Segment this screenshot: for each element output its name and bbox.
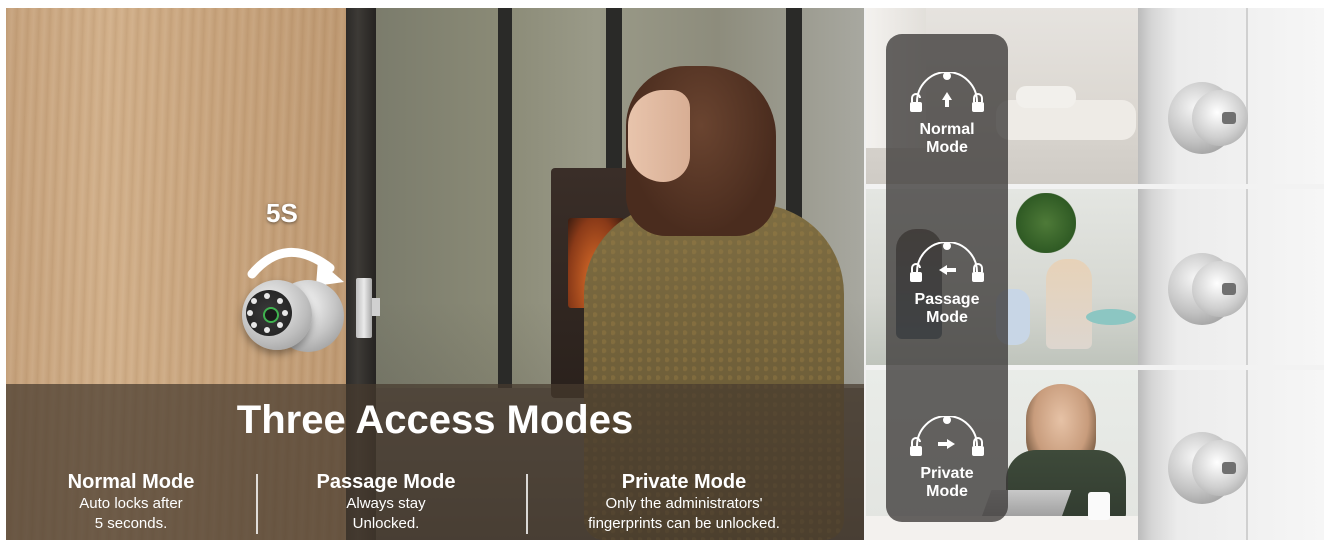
mode-label: Mode xyxy=(926,309,968,326)
divider xyxy=(526,474,528,534)
door-knob xyxy=(1168,432,1248,504)
keypad-button xyxy=(247,310,253,316)
normal-mode-badge: Normal Mode xyxy=(886,71,1008,157)
door-knob xyxy=(1168,82,1248,154)
left-arrow-icon xyxy=(910,241,984,282)
keypad-button xyxy=(277,298,283,304)
mode-title: Normal Mode xyxy=(67,471,195,493)
mode-title: Passage Mode xyxy=(316,471,456,493)
woman-figure xyxy=(1046,259,1092,349)
fingerprint-sensor-icon xyxy=(263,307,279,323)
mode-text: fingerprints can be unlocked. xyxy=(588,515,780,532)
keypad-button xyxy=(282,310,288,316)
mode-passage-description: Passage Mode Always stay Unlocked. xyxy=(276,470,496,534)
keypad-button xyxy=(264,293,270,299)
latch-bolt xyxy=(372,298,380,316)
mode-label: Normal xyxy=(919,121,975,138)
divider xyxy=(256,474,258,534)
latch-plate xyxy=(356,278,372,338)
keyhole-icon xyxy=(1222,112,1236,124)
hero-image: 5S Three Access Modes Normal Mode Auto l… xyxy=(6,8,864,540)
keyhole-icon xyxy=(1222,462,1236,474)
cushion xyxy=(1016,86,1076,108)
mode-normal-description: Normal Mode Auto locks after 5 seconds. xyxy=(26,470,236,534)
timer-label: 5S xyxy=(266,198,298,228)
product-banner: 5S Three Access Modes Normal Mode Auto l… xyxy=(6,8,1324,540)
mode-title: Private Mode xyxy=(621,471,747,493)
keyhole-icon xyxy=(1222,283,1236,295)
door-panel xyxy=(1138,189,1324,365)
mode-text: Always stay xyxy=(346,495,426,512)
right-arrow-icon xyxy=(910,415,984,456)
private-mode-badge: Private Mode xyxy=(886,415,1008,501)
door-panel xyxy=(1138,370,1324,540)
woman-face xyxy=(628,90,690,182)
mode-label: Private xyxy=(920,465,974,482)
door-panel xyxy=(1138,8,1324,184)
mode-private-description: Private Mode Only the administrators' fi… xyxy=(554,470,814,534)
banner-title: Three Access Modes xyxy=(236,398,634,442)
keypad-button xyxy=(251,322,257,328)
keypad-button xyxy=(251,298,257,304)
door-knob xyxy=(1168,253,1248,325)
mode-text: Auto locks after xyxy=(79,495,183,512)
keypad-button xyxy=(277,322,283,328)
mode-label: Passage xyxy=(914,291,980,308)
mode-text: Unlocked. xyxy=(352,515,420,532)
keypad-button xyxy=(264,327,270,333)
mode-text: Only the administrators' xyxy=(605,495,763,512)
passage-mode-badge: Passage Mode xyxy=(886,241,1008,327)
up-arrow-icon xyxy=(910,71,984,112)
mode-label: Mode xyxy=(926,139,968,156)
cup xyxy=(1088,492,1110,520)
mode-text: 5 seconds. xyxy=(94,515,168,532)
mode-label: Mode xyxy=(926,483,968,500)
window-frame xyxy=(498,8,512,388)
table xyxy=(1086,309,1136,325)
plant xyxy=(1016,193,1076,253)
